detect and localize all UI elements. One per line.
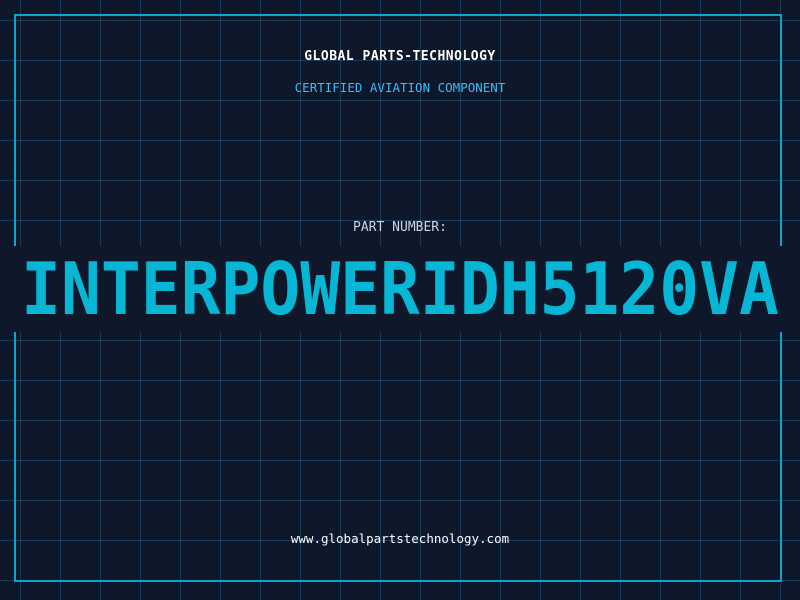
website-url: www.globalpartstechnology.com xyxy=(290,531,510,546)
part-number-value-container: INTERPOWERIDH5120VA xyxy=(0,246,800,332)
part-card: GLOBAL PARTS-TECHNOLOGY CERTIFIED AVIATI… xyxy=(0,0,800,600)
part-number-band: INTERPOWERIDH5120VA xyxy=(0,246,800,332)
part-number-value: INTERPOWERIDH5120VA xyxy=(21,247,779,331)
company-name: GLOBAL PARTS-TECHNOLOGY xyxy=(304,49,496,64)
tagline: CERTIFIED AVIATION COMPONENT xyxy=(294,80,506,95)
part-number-label: PART NUMBER: xyxy=(353,220,447,235)
